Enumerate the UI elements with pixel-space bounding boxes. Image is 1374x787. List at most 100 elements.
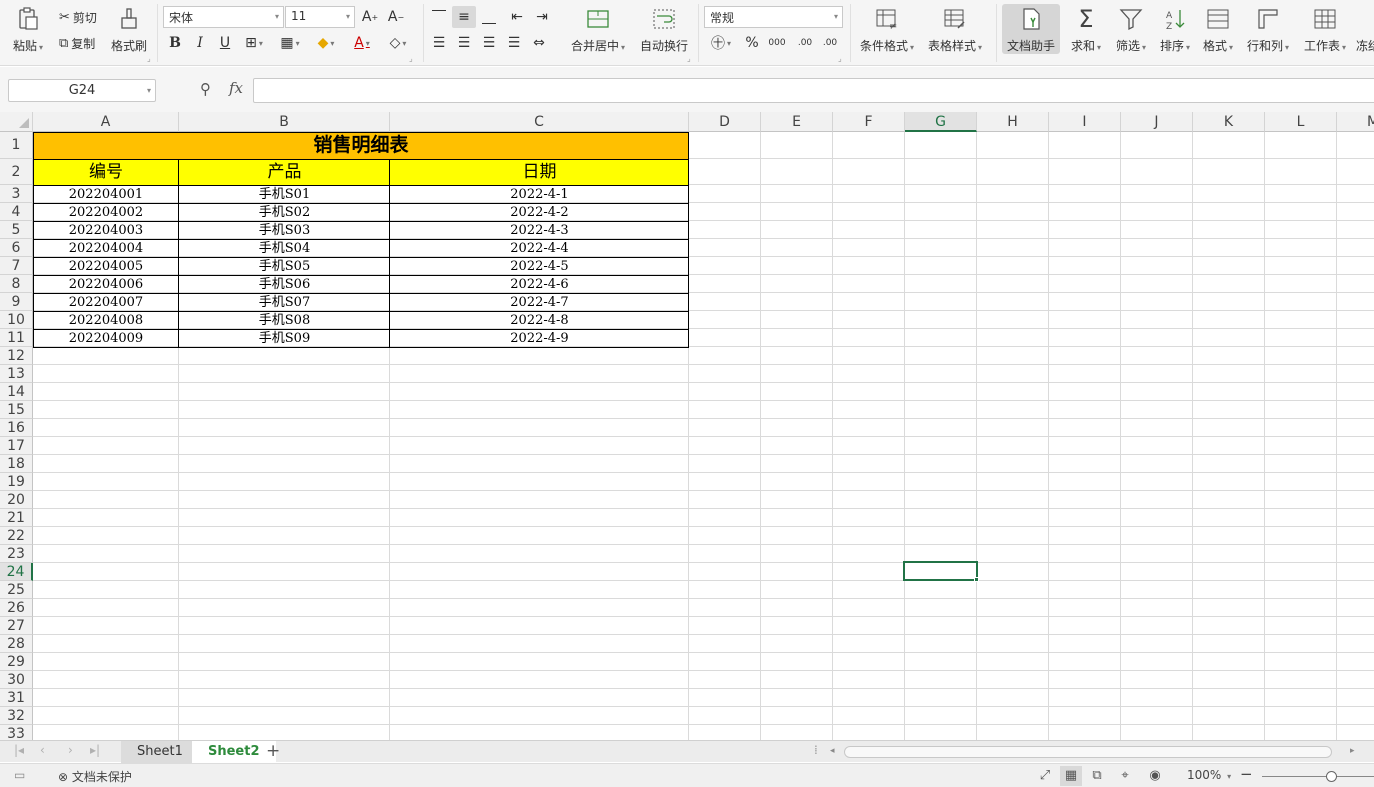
align-right-icon[interactable]: ☰ xyxy=(477,32,501,54)
cell-id[interactable]: 202204007 xyxy=(33,294,179,311)
column-header-m[interactable]: M xyxy=(1337,112,1374,132)
format-button[interactable]: 格式 ▾ xyxy=(1200,4,1236,60)
cell-product[interactable]: 手机S09 xyxy=(179,330,390,347)
merge-center-button[interactable]: 合并居中 ▾ xyxy=(568,4,628,60)
row-header-21[interactable]: 21 xyxy=(0,509,33,527)
rows-cols-button[interactable]: 行和列 ▾ xyxy=(1244,4,1292,60)
percent-icon[interactable]: % xyxy=(740,32,764,54)
cell-product[interactable]: 手机S05 xyxy=(179,258,390,275)
protect-status[interactable]: ⊗ 文档未保护 xyxy=(58,768,132,785)
fx-icon[interactable]: fx xyxy=(229,79,243,97)
worksheet-button[interactable]: 工作表 ▾ xyxy=(1300,4,1350,60)
cell-date[interactable]: 2022-4-9 xyxy=(390,330,689,347)
cell-date[interactable]: 2022-4-7 xyxy=(390,294,689,311)
format-painter-button[interactable]: 格式刷 xyxy=(108,4,150,60)
row-header-16[interactable]: 16 xyxy=(0,419,33,437)
row-header-15[interactable]: 15 xyxy=(0,401,33,419)
row-header-26[interactable]: 26 xyxy=(0,599,33,617)
row-header-13[interactable]: 13 xyxy=(0,365,33,383)
row-header-3[interactable]: 3 xyxy=(0,185,33,203)
eye-protection-icon[interactable]: ◉ xyxy=(1144,766,1166,786)
row-header-2[interactable]: 2 xyxy=(0,159,33,185)
row-header-9[interactable]: 9 xyxy=(0,293,33,311)
cell-id[interactable]: 202204006 xyxy=(33,276,179,293)
thousands-icon[interactable]: 000 xyxy=(765,32,789,54)
cell-product[interactable]: 手机S01 xyxy=(179,186,390,203)
column-header-h[interactable]: H xyxy=(977,112,1049,132)
number-dialog-icon[interactable]: ⌟ xyxy=(838,54,842,63)
cell-id[interactable]: 202204008 xyxy=(33,312,179,329)
bold-icon[interactable]: B xyxy=(163,32,187,54)
border-icon[interactable]: ⊞ ▾ xyxy=(242,32,266,54)
filter-button[interactable]: 筛选 ▾ xyxy=(1112,4,1150,60)
dialog-launcher-icon[interactable]: ⌟ xyxy=(147,54,151,63)
header-id[interactable]: 编号 xyxy=(33,159,179,185)
cell-product[interactable]: 手机S02 xyxy=(179,204,390,221)
font-name-select[interactable]: 宋体 ▾ xyxy=(163,6,284,28)
row-header-22[interactable]: 22 xyxy=(0,527,33,545)
hscroll-grip-icon[interactable]: ⁞ xyxy=(814,743,818,757)
column-header-c[interactable]: C xyxy=(390,112,689,132)
row-header-14[interactable]: 14 xyxy=(0,383,33,401)
decrease-font-icon[interactable]: A − xyxy=(384,6,408,28)
decrease-decimal-icon[interactable]: .00 xyxy=(818,32,842,54)
formula-input[interactable] xyxy=(253,78,1374,103)
currency-icon[interactable]: ㊉ ▾ xyxy=(706,32,736,54)
align-bottom-icon[interactable]: ⎽ xyxy=(477,6,501,28)
header-date[interactable]: 日期 xyxy=(390,159,689,185)
italic-icon[interactable]: I xyxy=(188,32,212,54)
cell-id[interactable]: 202204003 xyxy=(33,222,179,239)
column-header-d[interactable]: D xyxy=(689,112,761,132)
column-header-a[interactable]: A xyxy=(33,112,179,132)
row-header-12[interactable]: 12 xyxy=(0,347,33,365)
zoom-out-icon[interactable]: − xyxy=(1240,765,1253,783)
column-header-e[interactable]: E xyxy=(761,112,833,132)
cell-date[interactable]: 2022-4-6 xyxy=(390,276,689,293)
row-header-29[interactable]: 29 xyxy=(0,653,33,671)
align-left-icon[interactable]: ☰ xyxy=(427,32,451,54)
font-size-select[interactable]: 11 ▾ xyxy=(285,6,355,28)
tab-sheet2[interactable]: Sheet2 xyxy=(192,741,276,763)
page-break-view-icon[interactable]: ⧉ xyxy=(1086,766,1108,786)
underline-icon[interactable]: U xyxy=(213,32,237,54)
wrap-text-button[interactable]: 自动换行 xyxy=(638,4,690,60)
row-header-19[interactable]: 19 xyxy=(0,473,33,491)
decrease-indent-icon[interactable]: ⇤ xyxy=(505,6,529,28)
cell-id[interactable]: 202204002 xyxy=(33,204,179,221)
sort-button[interactable]: AZ 排序 ▾ xyxy=(1157,4,1193,60)
font-dialog-icon[interactable]: ⌟ xyxy=(409,54,413,63)
cell-id[interactable]: 202204005 xyxy=(33,258,179,275)
justify-icon[interactable]: ☰ xyxy=(502,32,526,54)
spreadsheet-grid[interactable]: ABCDEFGHIJKLM 1 2 3 4 5 6 7 8 9 10 11 12 13 14 15 16 17 1… xyxy=(0,112,1374,740)
table-title[interactable]: 销售明细表 xyxy=(33,132,689,159)
conditional-format-button[interactable]: ≠ 条件格式 ▾ xyxy=(857,4,917,60)
row-header-4[interactable]: 4 xyxy=(0,203,33,221)
cut-button[interactable]: ✂ 剪切 xyxy=(56,6,100,28)
clear-format-icon[interactable]: ◇ ▾ xyxy=(386,32,410,54)
row-header-32[interactable]: 32 xyxy=(0,707,33,725)
row-header-1[interactable]: 1 xyxy=(0,132,33,159)
cell-date[interactable]: 2022-4-2 xyxy=(390,204,689,221)
paste-button[interactable]: 粘贴 ▾ xyxy=(8,4,48,60)
scroll-left-icon[interactable]: ◂ xyxy=(830,746,835,756)
row-header-10[interactable]: 10 xyxy=(0,311,33,329)
active-cell-selection[interactable] xyxy=(903,561,978,581)
first-sheet-icon[interactable]: |◂ xyxy=(14,743,24,757)
distributed-icon[interactable]: ⇔ xyxy=(527,32,551,54)
font-color-icon[interactable]: A ▾ xyxy=(350,32,374,54)
cell-product[interactable]: 手机S06 xyxy=(179,276,390,293)
cell-product[interactable]: 手机S03 xyxy=(179,222,390,239)
header-product[interactable]: 产品 xyxy=(179,159,390,185)
column-header-b[interactable]: B xyxy=(179,112,390,132)
row-header-24[interactable]: 24 xyxy=(0,563,33,581)
select-all-corner[interactable] xyxy=(0,112,33,132)
cell-product[interactable]: 手机S04 xyxy=(179,240,390,257)
zoom-slider-knob[interactable] xyxy=(1326,771,1337,782)
align-center-icon[interactable]: ☰ xyxy=(452,32,476,54)
cell-id[interactable]: 202204004 xyxy=(33,240,179,257)
cell-date[interactable]: 2022-4-4 xyxy=(390,240,689,257)
row-header-30[interactable]: 30 xyxy=(0,671,33,689)
sum-button[interactable]: Σ 求和 ▾ xyxy=(1068,4,1104,60)
next-sheet-icon[interactable]: › xyxy=(68,743,73,757)
table-style-button[interactable]: 表格样式 ▾ xyxy=(924,4,986,60)
